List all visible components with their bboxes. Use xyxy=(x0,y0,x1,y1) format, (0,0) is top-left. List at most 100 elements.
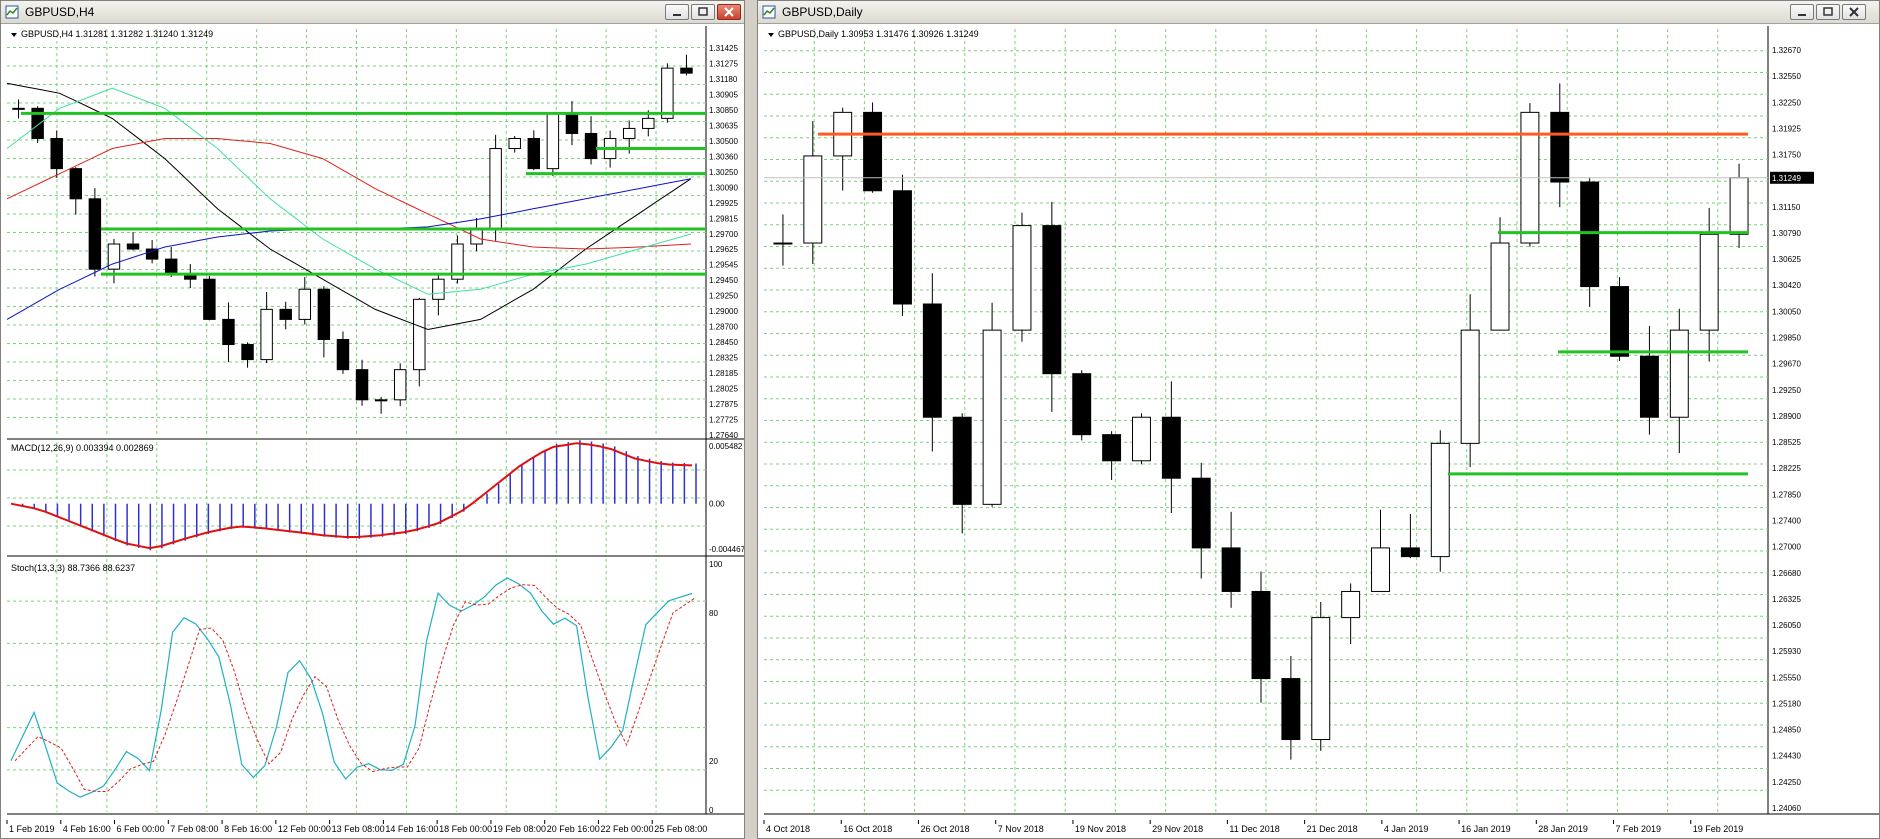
candle xyxy=(298,288,312,320)
price-label: 1.24430 xyxy=(1772,752,1801,761)
price-label: 1.30625 xyxy=(1772,255,1801,264)
price-label: 1.29450 xyxy=(709,276,738,285)
candle xyxy=(863,111,883,192)
close-button[interactable] xyxy=(1842,4,1866,20)
macd-title: MACD(12,26,9) 0.003394 0.002869 xyxy=(11,443,154,453)
candle xyxy=(222,318,235,346)
right-chart-area[interactable]: GBPUSD,Daily 1.30953 1.31476 1.30926 1.3… xyxy=(758,24,1879,838)
price-label: 1.28225 xyxy=(1772,464,1801,473)
price-label: 1.27400 xyxy=(1772,516,1801,525)
time-label: 6 Feb 00:00 xyxy=(117,824,165,834)
price-label: 1.29545 xyxy=(709,261,738,270)
candle xyxy=(88,198,102,270)
current-price-label: 1.31249 xyxy=(1772,174,1801,183)
minimize-button[interactable] xyxy=(1790,4,1814,20)
left-window-title: GBPUSD,H4 xyxy=(25,5,95,19)
candle xyxy=(1102,434,1122,462)
maximize-button[interactable] xyxy=(1816,4,1840,20)
left-chart-area[interactable]: GBPUSD,H4 1.31281 1.31282 1.31240 1.3124… xyxy=(1,24,744,838)
candle xyxy=(336,339,350,371)
candle xyxy=(680,67,693,74)
price-label: 1.31275 xyxy=(709,59,738,68)
macd-scale-label: 0.00 xyxy=(709,500,725,509)
price-label: 1.30050 xyxy=(1772,307,1801,316)
price-label: 1.26680 xyxy=(1772,569,1801,578)
maximize-button[interactable] xyxy=(691,4,715,20)
candle xyxy=(164,258,178,275)
time-label: 1 Feb 2019 xyxy=(9,824,55,834)
close-button[interactable] xyxy=(717,4,741,20)
candle xyxy=(1729,177,1749,235)
candle xyxy=(1191,477,1211,549)
price-label: 1.30635 xyxy=(709,121,738,130)
macd-scale-label: 0.005482 xyxy=(709,442,743,451)
time-label: 7 Nov 2018 xyxy=(998,824,1044,834)
time-label: 8 Feb 16:00 xyxy=(224,824,272,834)
time-label: 13 Feb 08:00 xyxy=(332,824,385,834)
price-label: 1.31425 xyxy=(709,44,738,53)
chart-window-icon xyxy=(762,5,776,19)
maximize-icon xyxy=(698,7,708,16)
close-icon xyxy=(724,7,734,17)
price-label: 1.30360 xyxy=(709,152,738,161)
time-label: 19 Feb 08:00 xyxy=(493,824,546,834)
price-label: 1.30790 xyxy=(1772,229,1801,238)
stoch-scale-label: 20 xyxy=(709,757,718,766)
candle xyxy=(1669,329,1689,418)
left-title-bar[interactable]: GBPUSD,H4 xyxy=(1,1,744,24)
candle xyxy=(922,303,942,418)
price-label: 1.29925 xyxy=(709,199,738,208)
right-window-title: GBPUSD,Daily xyxy=(782,5,863,19)
minimize-button[interactable] xyxy=(665,4,689,20)
price-label: 1.30850 xyxy=(709,106,738,115)
price-label: 1.32670 xyxy=(1772,46,1801,55)
price-label: 1.28700 xyxy=(709,323,738,332)
price-label: 1.27640 xyxy=(709,431,738,440)
price-label: 1.29815 xyxy=(709,214,738,223)
maximize-icon xyxy=(1823,7,1833,16)
price-label: 1.32250 xyxy=(1772,98,1801,107)
candle xyxy=(50,137,63,170)
price-label: 1.31925 xyxy=(1772,124,1801,133)
candle xyxy=(1012,225,1032,331)
right-title-bar[interactable]: GBPUSD,Daily xyxy=(758,1,1879,24)
price-label: 1.29625 xyxy=(709,245,738,254)
time-label: 28 Jan 2019 xyxy=(1538,824,1588,834)
stoch-scale-label: 100 xyxy=(709,560,723,569)
time-label: 22 Feb 00:00 xyxy=(600,824,653,834)
price-label: 1.28185 xyxy=(709,369,738,378)
candle xyxy=(1400,547,1420,558)
time-label: 12 Feb 00:00 xyxy=(278,824,331,834)
price-label: 1.24850 xyxy=(1772,726,1801,735)
price-label: 1.30500 xyxy=(709,137,738,146)
candle xyxy=(126,243,140,250)
price-label: 1.25930 xyxy=(1772,647,1801,656)
stoch-scale-label: 80 xyxy=(709,609,718,618)
price-label: 1.31180 xyxy=(709,75,738,84)
price-label: 1.32550 xyxy=(1772,72,1801,81)
candle xyxy=(1281,678,1301,741)
time-label: 19 Nov 2018 xyxy=(1075,824,1126,834)
candle xyxy=(413,298,426,371)
price-label: 1.27875 xyxy=(709,400,738,409)
time-label: 7 Feb 2019 xyxy=(1616,824,1662,834)
left-chart-window[interactable]: GBPUSD,H4 GBPUSD,H4 1.31281 1.31282 1.31… xyxy=(0,0,745,839)
candle xyxy=(317,288,331,341)
close-icon xyxy=(1849,7,1859,17)
price-label: 1.28025 xyxy=(709,385,738,394)
price-label: 1.26325 xyxy=(1772,595,1801,604)
candle xyxy=(279,308,292,320)
candle xyxy=(1430,442,1450,558)
candle xyxy=(1371,547,1390,592)
price-label: 1.29670 xyxy=(1772,360,1801,369)
price-label: 1.25550 xyxy=(1772,673,1801,682)
price-label: 1.29000 xyxy=(709,307,738,316)
time-label: 4 Jan 2019 xyxy=(1384,824,1429,834)
candle xyxy=(241,344,254,361)
time-label: 20 Feb 16:00 xyxy=(547,824,600,834)
chart-window-icon xyxy=(5,5,19,19)
price-label: 1.25180 xyxy=(1772,699,1801,708)
candle xyxy=(622,127,636,139)
candle xyxy=(1460,329,1480,444)
right-chart-window[interactable]: GBPUSD,Daily GBPUSD,Daily 1.30953 1.3147… xyxy=(757,0,1880,839)
